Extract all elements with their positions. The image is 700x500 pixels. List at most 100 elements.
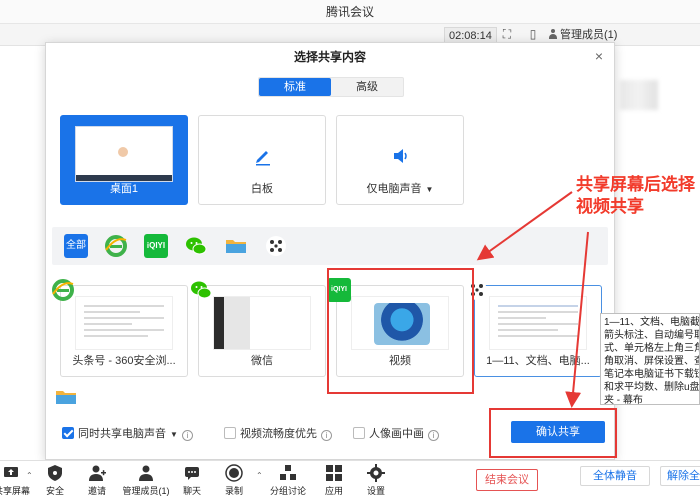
share-option-whiteboard[interactable]: 白板	[198, 115, 326, 205]
tooltip-line: 箭头标注、自动编号取	[604, 330, 700, 341]
gear-icon	[367, 464, 385, 482]
desktop-icon	[75, 126, 173, 182]
share-option-audio-only[interactable]: 仅电脑声音 ▼	[336, 115, 464, 205]
info-icon[interactable]: i	[320, 430, 332, 441]
tab-advanced[interactable]: 高级	[331, 78, 403, 96]
window-card-browser[interactable]: 头条号 - 360安全浏...	[52, 279, 188, 377]
toolbar-label: 应用	[324, 486, 343, 496]
option-label: 同时共享电脑声音	[78, 428, 166, 440]
chevron-up-icon[interactable]: ⌃	[26, 471, 33, 480]
breakout-icon	[280, 465, 296, 480]
window-label: 1—11、文档、电脑...	[486, 355, 590, 367]
chevron-down-icon[interactable]: ▼	[426, 185, 434, 194]
members-top-button[interactable]: 管理成员(1)	[548, 27, 617, 43]
toolbar-settings[interactable]: 设置	[364, 464, 388, 497]
checkbox-icon[interactable]	[223, 427, 236, 439]
share-options-row: 同时共享电脑声音 ▼ i 视频流畅度优先 i 人像画中画 i	[62, 425, 440, 443]
highlight-video-box	[327, 268, 474, 394]
annotation-text: 共享屏幕后选择视频共享	[576, 175, 695, 216]
tooltip-line: 夹 - 幕布	[604, 395, 643, 405]
chevron-down-icon[interactable]: ▼	[170, 430, 178, 439]
app-title-bar: 腾讯会议	[0, 0, 700, 24]
checkbox-checked-icon[interactable]	[62, 427, 74, 439]
info-icon[interactable]: i	[428, 430, 440, 441]
option-smooth-video[interactable]: 视频流畅度优先 i	[223, 427, 332, 441]
share-option-label: 白板	[251, 183, 273, 195]
option-pip[interactable]: 人像画中画 i	[353, 427, 440, 441]
mute-all-button[interactable]: 全体静音	[580, 466, 650, 486]
invite-icon	[89, 465, 106, 481]
shield-icon	[48, 465, 62, 481]
info-icon[interactable]: i	[181, 430, 193, 441]
ie-icon[interactable]	[104, 234, 128, 258]
tooltip-line: 角取消、屏保设置、查	[604, 356, 700, 367]
close-icon[interactable]: ×	[592, 49, 606, 63]
toolbar-share-screen[interactable]: 共享屏幕	[0, 464, 31, 497]
person-icon	[548, 29, 558, 39]
option-share-audio[interactable]: 同时共享电脑声音 ▼ i	[62, 427, 193, 441]
share-option-label: 桌面1	[109, 183, 139, 195]
highlight-confirm-box	[489, 408, 617, 458]
members-icon	[139, 465, 153, 481]
app-title: 腾讯会议	[325, 5, 374, 19]
unmute-all-button[interactable]: 解除全体静音	[660, 466, 700, 486]
share-screen-icon	[4, 467, 18, 477]
toolbar-invite[interactable]: 邀请	[84, 464, 110, 497]
window-label: 微信	[251, 355, 273, 367]
toolbar-breakout[interactable]: 分组讨论	[270, 464, 306, 497]
toolbar-label: 安全	[45, 486, 64, 496]
share-option-desktop[interactable]: 桌面1	[60, 115, 188, 205]
toolbar-label: 设置	[366, 486, 385, 496]
meeting-icon[interactable]	[264, 234, 288, 258]
toolbar-label: 录制	[224, 486, 243, 496]
window-title-tooltip: 1—11、文档、电脑截 箭头标注、自动编号取 式、单元格左上角三角 角取消、屏保…	[600, 313, 700, 405]
toolbar-security[interactable]: 安全	[42, 464, 68, 497]
ie-icon	[52, 279, 74, 301]
tooltip-line: 笔记本电脑证书下载钮	[604, 369, 700, 380]
toolbar-members[interactable]: 管理成员(1)	[120, 464, 172, 497]
toolbar-apps[interactable]: 应用	[322, 464, 346, 497]
share-option-label-wrap: 仅电脑声音 ▼	[337, 180, 463, 196]
folder-icon[interactable]	[54, 385, 78, 409]
option-label: 视频流畅度优先	[239, 428, 317, 440]
members-top-label: 管理成员(1)	[560, 29, 618, 41]
toolbar-record[interactable]: 录制	[222, 464, 246, 497]
filter-all[interactable]: 全部	[64, 234, 88, 258]
layout-icon[interactable]: ▯	[526, 27, 540, 41]
meeting-timer: 02:08:14	[444, 27, 497, 43]
end-meeting-button[interactable]: 结束会议	[476, 469, 538, 491]
record-icon	[225, 464, 243, 482]
app-filter-bar: 全部 iQIYI	[52, 227, 608, 265]
window-card-wechat[interactable]: 微信	[191, 281, 326, 377]
share-mode-tabs: 标准 高级	[258, 77, 404, 97]
window-label: 头条号 - 360安全浏...	[72, 355, 176, 367]
blurred-avatar	[620, 80, 658, 110]
toolbar-chat[interactable]: 聊天	[180, 464, 204, 497]
fullscreen-icon[interactable]: ⛶	[500, 27, 514, 41]
apps-icon	[326, 465, 342, 481]
toolbar-label: 聊天	[182, 486, 201, 496]
folder-icon[interactable]	[224, 234, 248, 258]
window-thumbnail	[213, 296, 311, 350]
share-dialog: 选择共享内容 × 标准 高级 桌面1 白板 仅电脑声音 ▼ 全部 iQIYI 头…	[45, 42, 615, 460]
toolbar-label: 邀请	[87, 486, 106, 496]
wechat-icon[interactable]	[184, 234, 208, 258]
toolbar-label: 管理成员(1)	[122, 486, 170, 496]
tooltip-line: 式、单元格左上角三角	[604, 343, 700, 354]
chat-icon	[185, 467, 199, 480]
chevron-up-icon[interactable]: ⌃	[256, 471, 263, 480]
toolbar-label: 分组讨论	[270, 486, 307, 496]
speaker-icon	[394, 149, 407, 163]
dialog-title: 选择共享内容	[293, 50, 366, 64]
window-card-document[interactable]: 1—11、文档、电脑...	[467, 280, 602, 377]
share-option-label: 仅电脑声音	[366, 183, 422, 195]
toolbar-label: 共享屏幕	[0, 486, 31, 496]
window-thumbnail	[75, 296, 173, 350]
wechat-icon	[191, 281, 212, 299]
tab-standard[interactable]: 标准	[259, 78, 331, 96]
tooltip-line: 和求平均数、删除u盘里	[604, 382, 700, 393]
window-thumbnail	[489, 296, 587, 350]
iqiyi-icon[interactable]: iQIYI	[144, 234, 168, 258]
tooltip-line: 1—11、文档、电脑截	[604, 317, 700, 328]
checkbox-icon[interactable]	[353, 427, 366, 439]
